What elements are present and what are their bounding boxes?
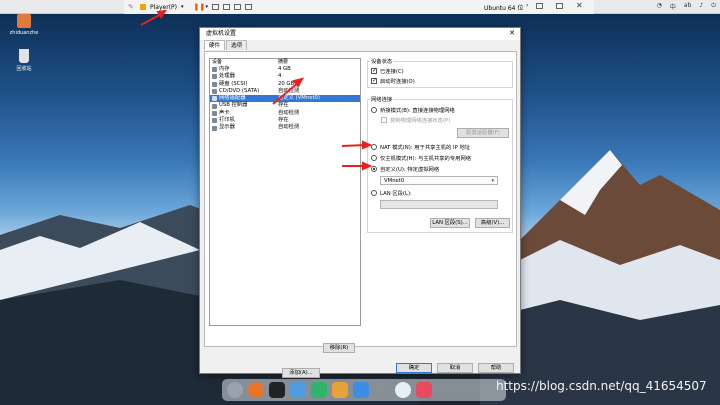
wifi-icon[interactable]: ◔ <box>657 2 662 11</box>
cancel-button[interactable]: 取消 <box>437 363 473 373</box>
connect-at-power-on-check[interactable] <box>371 77 377 84</box>
host-only-radio[interactable]: 仅主机模式(H): 与主机共享的专用网络 <box>371 154 471 162</box>
printer-icon <box>212 118 217 124</box>
dock <box>222 379 506 401</box>
pycharm-icon[interactable] <box>311 382 327 398</box>
desktop-icon-trash[interactable]: 回收站 <box>8 49 40 72</box>
player-menu[interactable]: Player(P) <box>150 4 177 11</box>
custom-network-select[interactable]: VMnet0 ▾ <box>380 176 498 185</box>
help-button[interactable]: 帮助 <box>478 363 514 373</box>
fit-guest-icon[interactable] <box>223 4 231 10</box>
sound-icon <box>212 110 217 116</box>
fullscreen-icon[interactable] <box>234 4 242 10</box>
replicate-state-checkbox[interactable]: 复制物理网络连接状态(P) <box>381 116 450 124</box>
network-icon <box>212 96 217 102</box>
chevron-down-icon[interactable]: ▾ <box>181 4 184 10</box>
cd-icon <box>212 89 217 95</box>
sound-icon[interactable]: ♪ <box>699 2 703 11</box>
custom-network-value: VMnet0 <box>384 178 405 184</box>
column-summary: 摘要 <box>278 59 289 65</box>
pause-icon[interactable]: ❚❚ <box>194 3 206 11</box>
add-device-button[interactable]: 添加(A)... <box>282 368 320 378</box>
input-method-ab[interactable]: ab <box>684 2 692 11</box>
trash-icon <box>19 49 29 63</box>
custom-radio-dot[interactable] <box>371 166 377 172</box>
finder-icon[interactable] <box>290 382 306 398</box>
device-row-disk[interactable]: 硬盘 (SCSI) 20 GB <box>210 81 360 88</box>
system-tray: ◔ 中 ab ♪ ⏻ <box>657 2 716 11</box>
player-logo-icon <box>140 4 146 10</box>
device-list: 设备 摘要 内存 4 GB 处理器 4 硬盘 (SCSI) 20 GB CD/D… <box>209 58 361 326</box>
lan-segment-select[interactable] <box>380 200 498 209</box>
send-keys-icon[interactable] <box>212 4 220 10</box>
restore-icon[interactable] <box>556 3 563 9</box>
remove-device-button[interactable]: 移除(R) <box>323 343 355 353</box>
terminal-icon[interactable] <box>269 382 285 398</box>
music-icon[interactable] <box>416 382 432 398</box>
home-folder-icon <box>17 14 31 28</box>
chevron-right-icon[interactable]: › <box>526 2 528 9</box>
replicate-state-check[interactable] <box>381 117 387 123</box>
chevron-down-icon: ▾ <box>491 178 494 184</box>
tab-options[interactable]: 选项 <box>226 40 248 50</box>
presentation-icon[interactable] <box>332 382 348 398</box>
desktop-icon-label: zhiduanzhe <box>9 30 39 36</box>
device-row-usb[interactable]: USB 控制器 存在 <box>210 102 360 109</box>
host-only-radio-dot[interactable] <box>371 155 377 161</box>
display-icon <box>212 125 217 131</box>
firefox-icon[interactable] <box>248 382 264 398</box>
vm-settings-dialog: 虚拟机设置 ✕ 硬件 选项 设备 摘要 内存 4 GB 处理器 4 硬盘 (SC… <box>199 27 521 378</box>
column-device: 设备 <box>212 59 223 65</box>
desktop-icon-home[interactable]: zhiduanzhe <box>8 14 40 36</box>
settings-icon[interactable] <box>374 382 390 398</box>
lan-segment-radio[interactable]: LAN 区段(L): <box>371 189 412 197</box>
close-icon[interactable]: ✕ <box>576 1 584 10</box>
device-list-header: 设备 摘要 <box>210 59 360 66</box>
vm-toolbar: ✎ Player(P) ▾ ❚❚ ▾ Ubuntu 64 位 › ✕ <box>124 0 594 14</box>
advanced-button[interactable]: 高级(V)... <box>475 218 510 228</box>
pin-icon[interactable]: ✎ <box>128 3 136 11</box>
memory-icon <box>212 67 217 73</box>
launchpad-icon[interactable] <box>227 382 243 398</box>
ok-button[interactable]: 确定 <box>396 363 432 373</box>
configure-adapters-button[interactable]: 配置适配器(F) <box>457 128 509 138</box>
network-connection-label: 网络连接 <box>370 95 394 103</box>
dialog-title: 虚拟机设置 <box>200 28 520 40</box>
app-store-icon[interactable] <box>353 382 369 398</box>
device-row-sound[interactable]: 声卡 自动检测 <box>210 110 360 117</box>
dialog-close-icon[interactable]: ✕ <box>509 29 515 37</box>
power-icon[interactable]: ⏻ <box>711 2 716 11</box>
device-row-display[interactable]: 显示器 自动检测 <box>210 124 360 131</box>
nat-radio-dot[interactable] <box>371 144 377 150</box>
device-status-label: 设备状态 <box>370 57 394 65</box>
desktop-icon-label: 回收站 <box>16 66 32 72</box>
watermark-text: https://blog.csdn.net/qq_41654507 <box>496 379 707 393</box>
safari-icon[interactable] <box>395 382 411 398</box>
lan-segment-radio-dot[interactable] <box>371 190 377 196</box>
cpu-icon <box>212 74 217 80</box>
connect-at-power-on-checkbox[interactable]: 启动时连接(O) <box>371 77 415 85</box>
unity-icon[interactable] <box>245 4 253 10</box>
input-method-zh[interactable]: 中 <box>670 2 676 11</box>
hardware-panel: 设备 摘要 内存 4 GB 处理器 4 硬盘 (SCSI) 20 GB CD/D… <box>204 51 517 378</box>
connected-check[interactable] <box>371 67 377 74</box>
dialog-tabs: 硬件 选项 <box>200 40 520 50</box>
top-menubar: ✎ Player(P) ▾ ❚❚ ▾ Ubuntu 64 位 › ✕ ◔ 中 a… <box>0 0 720 14</box>
custom-radio[interactable]: 自定义(U): 特定虚拟网络 <box>371 165 439 173</box>
minimize-icon[interactable] <box>536 3 543 9</box>
chevron-down-icon[interactable]: ▾ <box>206 4 209 10</box>
device-row-cpu[interactable]: 处理器 4 <box>210 73 360 80</box>
bridged-radio[interactable]: 桥接模式(B): 直接连接物理网络 <box>371 106 455 114</box>
tab-hardware[interactable]: 硬件 <box>204 40 226 50</box>
vm-name-label: Ubuntu 64 位 <box>484 5 524 12</box>
disk-icon <box>212 81 217 87</box>
bridged-radio-dot[interactable] <box>371 107 377 113</box>
nat-radio[interactable]: NAT 模式(N): 用于共享主机的 IP 地址 <box>371 143 470 151</box>
usb-icon <box>212 103 217 109</box>
connected-checkbox[interactable]: 已连接(C) <box>371 67 404 75</box>
lan-segments-button[interactable]: LAN 区段(S)... <box>430 218 470 228</box>
